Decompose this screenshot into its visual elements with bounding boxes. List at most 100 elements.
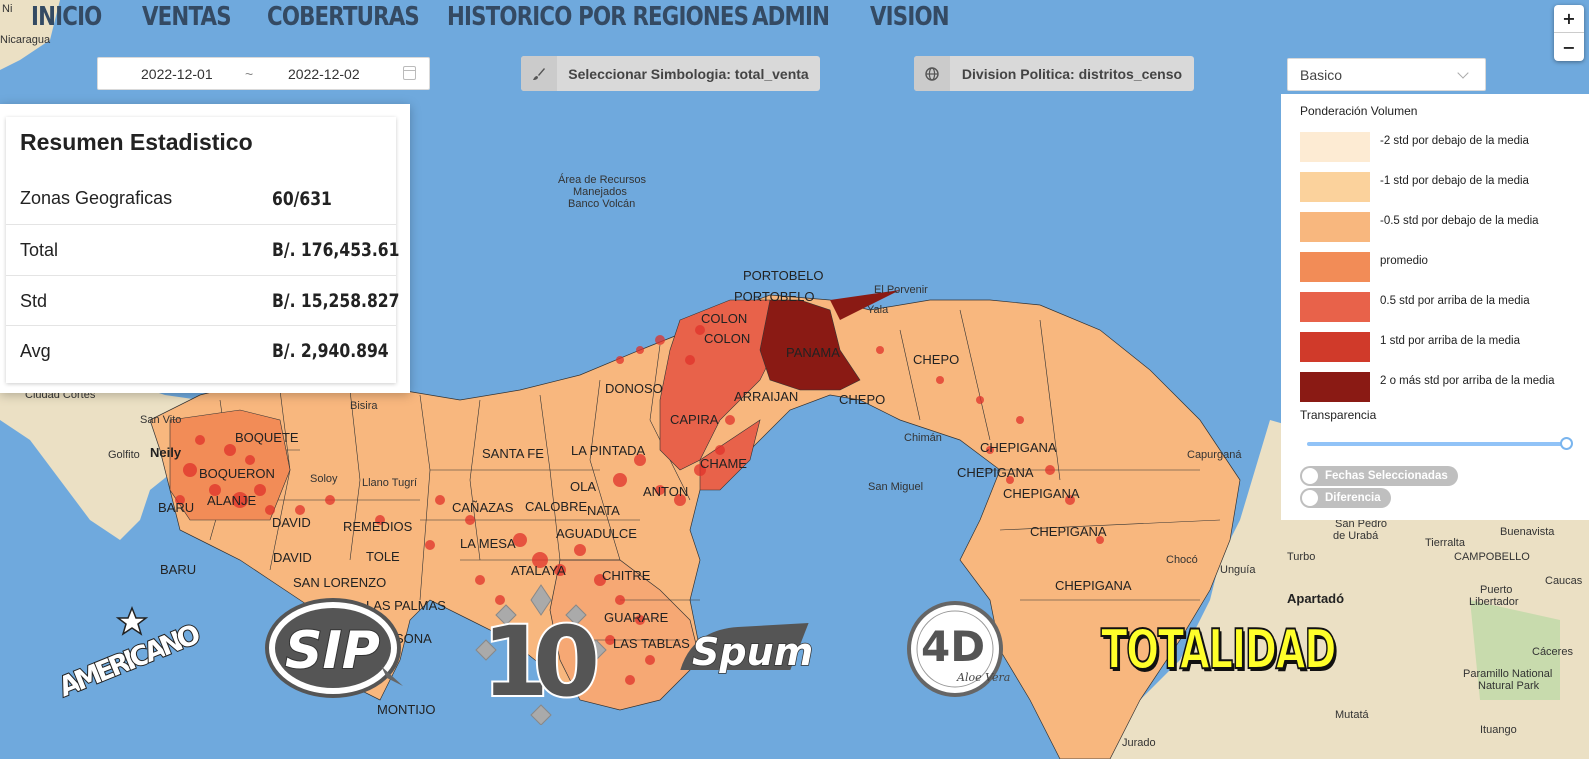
svg-text:Buenavista: Buenavista: [1500, 526, 1555, 538]
basemap-select[interactable]: Basico: [1287, 58, 1486, 91]
svg-text:CHEPIGANA: CHEPIGANA: [980, 440, 1057, 455]
stat-row: Zonas Geograficas 60/631: [6, 173, 396, 224]
svg-text:CHEPO: CHEPO: [913, 352, 959, 367]
stat-label: Zonas Geograficas: [20, 188, 173, 208]
americano-logo-text: AMERICANO: [54, 618, 205, 703]
svg-text:de Urabá: de Urabá: [1333, 530, 1379, 542]
svg-text:Soloy: Soloy: [310, 473, 338, 485]
ten-logo-text: 10: [482, 606, 600, 718]
stat-value: B/. 15,258.827: [272, 290, 400, 312]
symbology-button[interactable]: Seleccionar Simbologia: total_venta: [521, 56, 820, 91]
svg-text:BARU: BARU: [160, 562, 196, 577]
legend-swatch: [1300, 252, 1370, 282]
svg-text:CHEPIGANA: CHEPIGANA: [1030, 524, 1107, 539]
division-label: Division Politica: distritos_censo: [961, 65, 1183, 82]
svg-text:Ituango: Ituango: [1480, 724, 1517, 736]
calendar-icon[interactable]: [403, 66, 416, 80]
svg-text:Yala: Yala: [867, 304, 889, 316]
legend-swatch: [1300, 372, 1370, 402]
legend-swatch: [1300, 292, 1370, 322]
toggle-knob: [1302, 490, 1318, 506]
svg-text:Área de Recursos: Área de Recursos: [558, 173, 647, 186]
start-date-input[interactable]: 2022-12-01: [141, 66, 213, 82]
nav-ventas[interactable]: VENTAS: [142, 2, 232, 32]
toggle-fechas-seleccionadas[interactable]: Fechas Seleccionadas: [1300, 466, 1458, 486]
svg-text:LA MESA: LA MESA: [460, 536, 516, 551]
brush-icon: [521, 56, 557, 91]
legend-item: -0.5 std por debajo de la media: [1300, 212, 1585, 242]
stats-panel: Resumen Estadistico Zonas Geograficas 60…: [6, 117, 400, 383]
legend-label: 2 o más std por arriba de la media: [1380, 375, 1555, 387]
legend-label: 1 std por arriba de la media: [1380, 335, 1520, 347]
division-button[interactable]: Division Politica: distritos_censo: [914, 56, 1194, 91]
legend-title: Ponderación Volumen: [1300, 104, 1418, 118]
svg-text:Bisira: Bisira: [350, 400, 378, 412]
legend-item: -2 std por debajo de la media: [1300, 132, 1585, 162]
transparency-slider[interactable]: [1307, 437, 1573, 450]
svg-text:BOQUERON: BOQUERON: [199, 466, 275, 481]
svg-text:REMEDIOS: REMEDIOS: [343, 519, 413, 534]
legend-label: 0.5 std por arriba de la media: [1380, 295, 1530, 307]
nav-admin[interactable]: ADMIN: [752, 2, 830, 32]
svg-text:Capurganá: Capurganá: [1187, 449, 1242, 461]
nav-vision[interactable]: VISION: [870, 2, 950, 32]
nav-coberturas[interactable]: COBERTURAS: [267, 2, 420, 32]
svg-text:San Miguel: San Miguel: [868, 481, 923, 493]
totalidad-logo: TOTALIDAD: [1100, 617, 1337, 682]
ten-logo: 10: [475, 584, 607, 725]
svg-text:Mutatá: Mutatá: [1335, 709, 1370, 721]
legend-item: 1 std por arriba de la media: [1300, 332, 1585, 362]
zoom-out-button[interactable]: −: [1554, 33, 1584, 61]
svg-text:AGUADULCE: AGUADULCE: [556, 526, 637, 541]
sip-logo: SIP: [265, 598, 403, 698]
svg-text:DAVID: DAVID: [273, 550, 312, 565]
legend-swatch: [1300, 212, 1370, 242]
legend-swatch: [1300, 332, 1370, 362]
svg-text:CAPIRA: CAPIRA: [670, 412, 719, 427]
svg-text:OLA: OLA: [570, 479, 596, 494]
americano-logo: AMERICANO: [53, 605, 205, 704]
svg-text:SAN LORENZO: SAN LORENZO: [293, 575, 386, 590]
svg-text:Puerto: Puerto: [1480, 584, 1512, 596]
svg-text:NATA: NATA: [587, 503, 620, 518]
symbology-label: Seleccionar Simbologia: total_venta: [568, 65, 809, 82]
toggle-label: Fechas Seleccionadas: [1325, 470, 1448, 482]
legend-item: 0.5 std por arriba de la media: [1300, 292, 1585, 322]
svg-text:Apartadó: Apartadó: [1287, 591, 1344, 606]
svg-text:TOLE: TOLE: [366, 549, 400, 564]
svg-text:CHEPIGANA: CHEPIGANA: [957, 465, 1034, 480]
sip-logo-text: SIP: [285, 621, 380, 681]
svg-text:CAÑAZAS: CAÑAZAS: [452, 500, 514, 515]
slider-handle[interactable]: [1560, 437, 1573, 450]
toggle-knob: [1302, 468, 1318, 484]
end-date-input[interactable]: 2022-12-02: [288, 66, 360, 82]
svg-text:DONOSO: DONOSO: [605, 381, 663, 396]
svg-text:Turbo: Turbo: [1287, 551, 1315, 563]
nav-inicio[interactable]: INICIO: [31, 2, 102, 32]
svg-text:El Porvenir: El Porvenir: [874, 284, 928, 296]
spum-logo: Spum: [680, 623, 814, 675]
svg-text:DAVID: DAVID: [272, 515, 311, 530]
stat-label: Total: [20, 239, 59, 260]
svg-text:SANTA FE: SANTA FE: [482, 446, 544, 461]
nav-historico[interactable]: HISTORICO POR REGIONES: [447, 2, 749, 32]
zoom-in-button[interactable]: +: [1554, 5, 1584, 33]
toggle-label: Diferencia: [1325, 492, 1381, 504]
spum-logo-text: Spum: [692, 630, 813, 674]
four-d-subtext: Aloe Vera: [956, 671, 1010, 684]
svg-text:Llano Tugrí: Llano Tugrí: [362, 477, 417, 489]
svg-text:ATALAYA: ATALAYA: [511, 563, 566, 578]
globe-icon: [914, 56, 950, 91]
svg-text:CHAME: CHAME: [700, 456, 747, 471]
svg-text:COLON: COLON: [704, 331, 750, 346]
stat-value: B/. 2,940.894: [272, 340, 389, 362]
svg-text:Natural Park: Natural Park: [1478, 680, 1540, 692]
legend-swatch: [1300, 132, 1370, 162]
stat-value: B/. 176,453.61: [272, 239, 400, 261]
toggle-diferencia[interactable]: Diferencia: [1300, 488, 1391, 508]
zoom-control: + −: [1554, 5, 1584, 61]
legend-label: promedio: [1380, 255, 1428, 267]
chevron-down-icon: [1457, 67, 1469, 79]
svg-text:Banco Volcán: Banco Volcán: [568, 198, 635, 210]
date-range-picker[interactable]: 2022-12-01 ~ 2022-12-02: [97, 57, 430, 90]
